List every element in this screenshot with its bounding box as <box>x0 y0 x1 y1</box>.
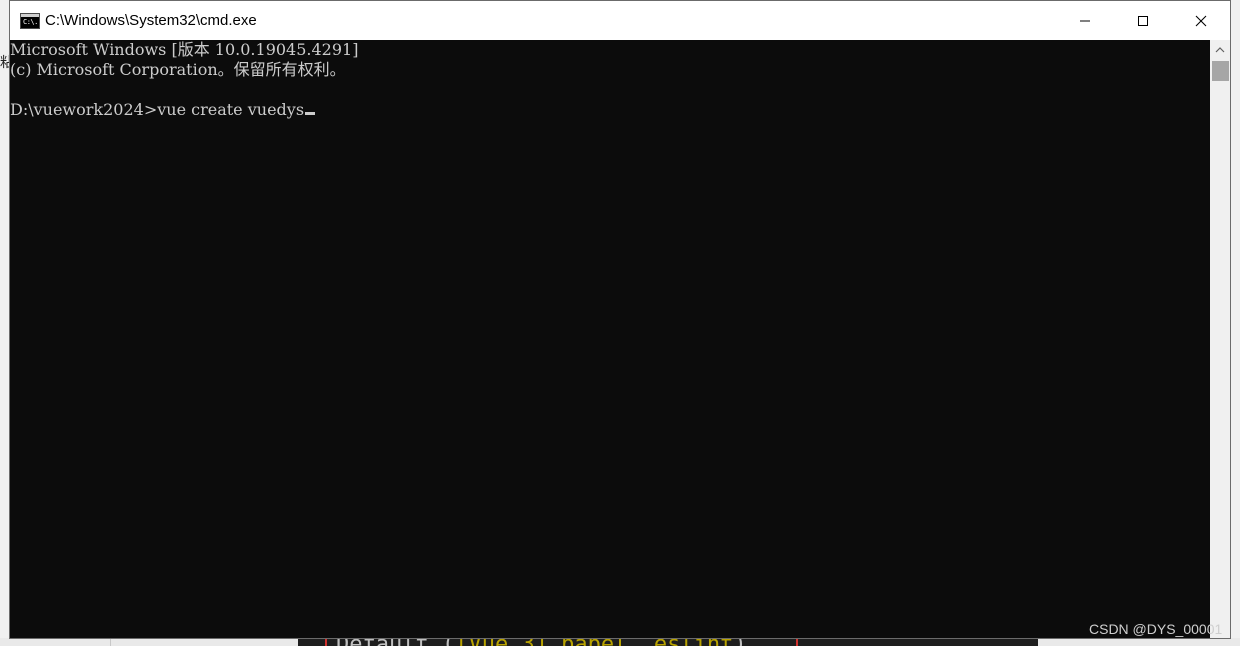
scroll-thumb[interactable] <box>1212 61 1229 81</box>
console-line-version: Microsoft Windows [版本 10.0.19045.4291] <box>10 40 359 59</box>
minimize-button[interactable] <box>1056 1 1114 40</box>
console-prompt-line[interactable]: D:\vuework2024>vue create vuedys <box>10 100 316 120</box>
console-command: vue create vuedys <box>157 100 305 119</box>
console-prompt: D:\vuework2024> <box>10 100 158 119</box>
chevron-up-icon <box>1215 47 1225 53</box>
csdn-watermark: CSDN @DYS_00001 <box>1089 621 1223 637</box>
close-button[interactable] <box>1172 1 1230 40</box>
maximize-icon <box>1138 15 1148 26</box>
background-divider <box>110 638 111 646</box>
cmd-app-icon-text: C:\. <box>23 18 38 26</box>
minimize-icon <box>1080 20 1090 21</box>
background-red-marker <box>796 639 798 646</box>
console-output[interactable]: Microsoft Windows [版本 10.0.19045.4291] (… <box>10 40 1210 638</box>
console-line-copyright: (c) Microsoft Corporation。保留所有权利。 <box>10 60 346 79</box>
title-bar[interactable]: C:\. C:\Windows\System32\cmd.exe <box>10 1 1230 40</box>
background-red-marker <box>325 639 327 646</box>
text-cursor <box>305 112 316 115</box>
close-icon <box>1195 15 1207 26</box>
cmd-app-icon[interactable]: C:\. <box>20 13 40 29</box>
window-title: C:\Windows\System32\cmd.exe <box>45 12 257 29</box>
vertical-scrollbar[interactable] <box>1210 40 1230 638</box>
maximize-button[interactable] <box>1114 1 1172 40</box>
scroll-up-button[interactable] <box>1210 40 1230 60</box>
cmd-window[interactable]: C:\. C:\Windows\System32\cmd.exe Microso… <box>9 0 1231 639</box>
